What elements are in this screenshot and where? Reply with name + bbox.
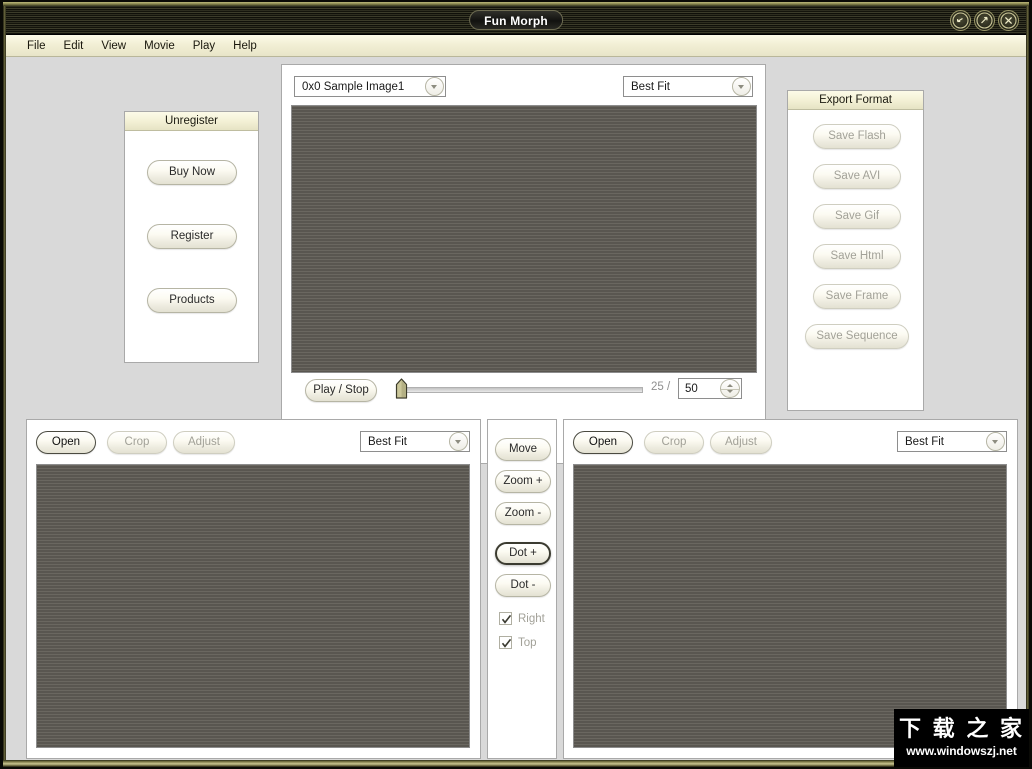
move-tool-button[interactable]: Move [495,438,551,461]
right-checkbox-row[interactable]: Right [499,612,545,625]
dot-add-tool-button[interactable]: Dot + [495,542,551,565]
chevron-down-icon[interactable] [449,432,468,451]
zoom-out-tool-button[interactable]: Zoom - [495,502,551,525]
menu-item-view[interactable]: View [92,38,135,54]
edit-toolbox: Move Zoom + Zoom - Dot + Dot - Right Top [487,419,557,759]
register-button[interactable]: Register [147,224,237,249]
left-fit-select-value: Best Fit [368,435,407,448]
right-adjust-button[interactable]: Adjust [710,431,772,454]
movie-preview-panel: 0x0 Sample Image1 Best Fit Play / Stop 2… [281,64,766,464]
chevron-down-icon[interactable] [732,77,751,96]
main-content: Unregister Buy Now Register Products 0x0… [6,57,1026,760]
window-title: Fun Morph [469,10,563,30]
chevron-down-icon[interactable] [986,432,1005,451]
right-image-panel: Open Crop Adjust Best Fit [563,419,1018,759]
watermark-cn-text: 下 载 之 家 [899,717,1024,743]
left-crop-button[interactable]: Crop [107,431,167,454]
sample-image-select-value: 0x0 Sample Image1 [302,80,405,93]
window-controls [950,10,1019,31]
menu-item-play[interactable]: Play [184,38,224,54]
check-icon[interactable] [499,612,512,625]
top-checkbox-label: Top [518,636,537,649]
movie-preview-canvas[interactable] [291,105,757,373]
frame-current-label: 25 / [651,381,671,393]
right-fit-select[interactable]: Best Fit [897,431,1007,452]
export-format-panel: Export Format Save Flash Save AVI Save G… [787,90,924,411]
frame-total-value: 50 [685,382,698,395]
spinner-arrows-icon[interactable] [720,379,740,398]
window-frame-right [1026,6,1029,760]
menu-item-file[interactable]: File [18,38,55,54]
chevron-down-icon[interactable] [425,77,444,96]
close-button[interactable] [998,10,1019,31]
menu-bar: File Edit View Movie Play Help [6,35,1026,57]
buy-now-button[interactable]: Buy Now [147,160,237,185]
products-button[interactable]: Products [147,288,237,313]
save-gif-button[interactable]: Save Gif [813,204,901,229]
movie-fit-select[interactable]: Best Fit [623,76,753,97]
maximize-button[interactable] [974,10,995,31]
frame-total-spinner[interactable]: 50 [678,378,742,399]
dot-remove-tool-button[interactable]: Dot - [495,574,551,597]
save-avi-button[interactable]: Save AVI [813,164,901,189]
save-html-button[interactable]: Save Html [813,244,901,269]
save-flash-button[interactable]: Save Flash [813,124,901,149]
left-image-canvas[interactable] [36,464,470,748]
app-window: Fun Morph File Edit View Movie Play Help… [0,0,1032,769]
movie-fit-select-value: Best Fit [631,80,670,93]
right-checkbox-label: Right [518,612,545,625]
left-image-panel: Open Crop Adjust Best Fit [26,419,481,759]
frame-slider-track[interactable] [401,387,643,393]
watermark-overlay: 下 载 之 家 www.windowszj.net [894,709,1029,767]
unregister-panel: Unregister Buy Now Register Products [124,111,259,363]
left-adjust-button[interactable]: Adjust [173,431,235,454]
right-image-canvas[interactable] [573,464,1007,748]
watermark-url: www.windowszj.net [906,743,1017,758]
left-open-button[interactable]: Open [36,431,96,454]
menu-item-help[interactable]: Help [224,38,266,54]
zoom-in-tool-button[interactable]: Zoom + [495,470,551,493]
unregister-panel-title: Unregister [125,112,258,131]
minimize-button[interactable] [950,10,971,31]
play-stop-button[interactable]: Play / Stop [305,379,377,402]
export-format-panel-title: Export Format [788,91,923,110]
left-fit-select[interactable]: Best Fit [360,431,470,452]
check-icon[interactable] [499,636,512,649]
frame-slider-thumb[interactable] [395,378,408,399]
save-sequence-button[interactable]: Save Sequence [805,324,909,349]
title-bar: Fun Morph [6,6,1026,35]
menu-item-edit[interactable]: Edit [55,38,93,54]
sample-image-select[interactable]: 0x0 Sample Image1 [294,76,446,97]
menu-item-movie[interactable]: Movie [135,38,184,54]
save-frame-button[interactable]: Save Frame [813,284,901,309]
right-fit-select-value: Best Fit [905,435,944,448]
window-frame-bottom [3,760,1029,767]
right-crop-button[interactable]: Crop [644,431,704,454]
top-checkbox-row[interactable]: Top [499,636,537,649]
right-open-button[interactable]: Open [573,431,633,454]
